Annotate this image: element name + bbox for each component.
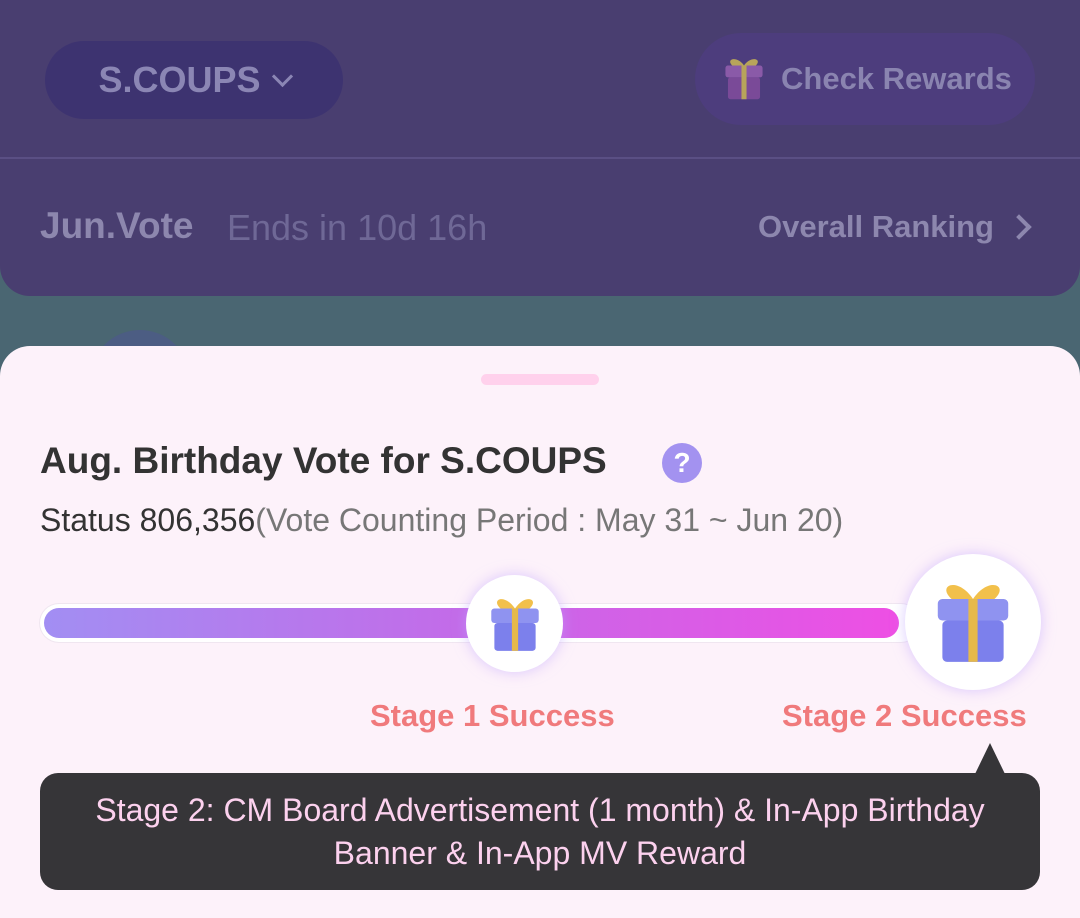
sheet-title: Aug. Birthday Vote for S.COUPS: [40, 440, 607, 481]
stage-2-status: Stage 2 Success: [782, 698, 1027, 733]
chevron-down-icon: [271, 65, 293, 87]
tooltip-arrow: [975, 743, 1005, 774]
vote-status: Status 806,356(Vote Counting Period : Ma…: [40, 502, 843, 539]
vote-summary-row: Jun.Vote Ends in 10d 16h Overall Ranking: [40, 205, 1040, 257]
gift-icon: [937, 585, 1009, 662]
check-rewards-label: Check Rewards: [781, 61, 1012, 96]
stage-2-gift[interactable]: [905, 554, 1041, 690]
gift-icon: [490, 598, 539, 651]
reward-tooltip: Stage 2: CM Board Advertisement (1 month…: [40, 773, 1040, 890]
stage-1-gift[interactable]: [466, 575, 563, 672]
status-count: Status 806,356: [40, 502, 256, 538]
stage-1-status: Stage 1 Success: [370, 698, 615, 733]
header-divider: [0, 157, 1080, 159]
chevron-right-icon: [1006, 214, 1032, 240]
overall-ranking-label: Overall Ranking: [757, 209, 994, 244]
sheet-drag-handle[interactable]: [481, 374, 599, 385]
vote-title: Jun.Vote: [40, 205, 194, 246]
member-selector-button[interactable]: S.COUPS: [45, 41, 343, 119]
bottom-sheet: Aug. Birthday Vote for S.COUPS ? Status …: [0, 346, 1080, 918]
overall-ranking-link[interactable]: Overall Ranking: [758, 209, 1040, 245]
question-circle-icon[interactable]: ?: [662, 443, 702, 483]
member-name: S.COUPS: [98, 59, 261, 100]
gift-icon: [725, 59, 763, 100]
vote-counting-period: (Vote Counting Period : May 31 ~ Jun 20): [255, 502, 844, 538]
check-rewards-button[interactable]: Check Rewards: [695, 33, 1035, 125]
vote-ends-countdown: Ends in 10d 16h: [227, 207, 488, 248]
reward-tooltip-text: Stage 2: CM Board Advertisement (1 month…: [95, 791, 985, 871]
